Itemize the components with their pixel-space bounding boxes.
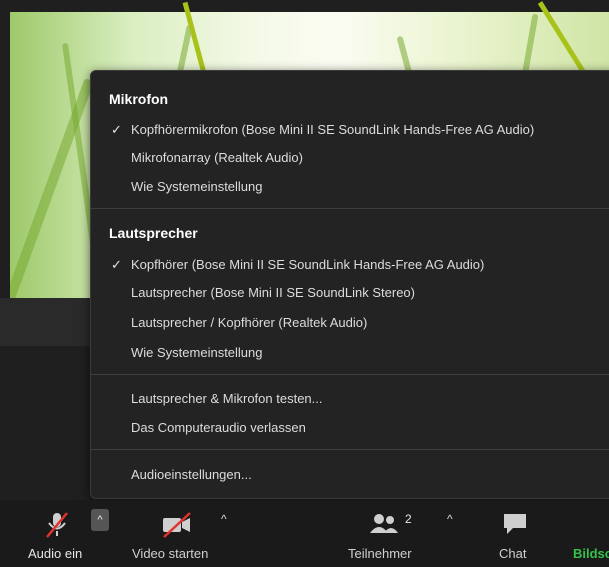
lautsprecher-section-title: Lautsprecher <box>109 225 198 241</box>
chat-label: Chat <box>499 546 527 561</box>
menu-divider <box>91 374 609 375</box>
menu-item-speaker-system[interactable]: Wie Systemeinstellung <box>131 345 263 360</box>
checkmark-icon: ✓ <box>111 122 122 137</box>
audio-options-caret[interactable]: ^ <box>91 509 109 531</box>
menu-item-mic-array[interactable]: Mikrofonarray (Realtek Audio) <box>131 150 303 165</box>
menu-item-speaker-stereo[interactable]: Lautsprecher (Bose Mini II SE SoundLink … <box>131 285 415 300</box>
audio-menu: Mikrofon ✓ Kopfhörermikrofon (Bose Mini … <box>90 70 609 499</box>
participants-label: Teilnehmer <box>348 546 412 561</box>
meeting-toolbar: Audio ein ^ Video starten ^ 2 Teilnehmer… <box>0 500 609 567</box>
video-button[interactable]: Video starten <box>128 506 228 564</box>
audio-label: Audio ein <box>28 546 83 561</box>
menu-item-leave-audio[interactable]: Das Computeraudio verlassen <box>131 420 306 435</box>
menu-divider <box>91 208 609 209</box>
menu-item-mic-headset[interactable]: Kopfhörermikrofon (Bose Mini II SE Sound… <box>131 122 534 137</box>
menu-divider <box>91 449 609 450</box>
chat-icon <box>504 514 526 534</box>
menu-item-speaker-realtek[interactable]: Lautsprecher / Kopfhörer (Realtek Audio) <box>131 315 367 330</box>
menu-item-test-audio[interactable]: Lautsprecher & Mikrofon testen... <box>131 391 322 406</box>
share-screen-label: Bildsc <box>573 546 609 561</box>
chat-button[interactable]: Chat <box>490 506 540 564</box>
video-off-icon <box>163 512 191 538</box>
menu-item-mic-system[interactable]: Wie Systemeinstellung <box>131 179 263 194</box>
video-options-caret[interactable]: ^ <box>221 512 227 526</box>
zoom-window: Mikrofon ✓ Kopfhörermikrofon (Bose Mini … <box>0 0 609 567</box>
participants-button[interactable]: 2 Teilnehmer <box>345 506 430 564</box>
menu-item-audio-settings[interactable]: Audioeinstellungen... <box>131 467 252 482</box>
menu-item-speaker-headphones[interactable]: Kopfhörer (Bose Mini II SE SoundLink Han… <box>131 257 484 272</box>
mikrofon-section-title: Mikrofon <box>109 91 169 107</box>
checkmark-icon: ✓ <box>111 257 122 272</box>
participants-icon <box>370 514 398 533</box>
share-screen-button[interactable]: Bildsc <box>570 506 609 564</box>
audio-button[interactable]: Audio ein <box>20 506 90 564</box>
participants-options-caret[interactable]: ^ <box>447 512 453 526</box>
participants-count: 2 <box>405 512 412 526</box>
microphone-muted-icon <box>46 512 68 538</box>
video-label: Video starten <box>132 546 209 561</box>
